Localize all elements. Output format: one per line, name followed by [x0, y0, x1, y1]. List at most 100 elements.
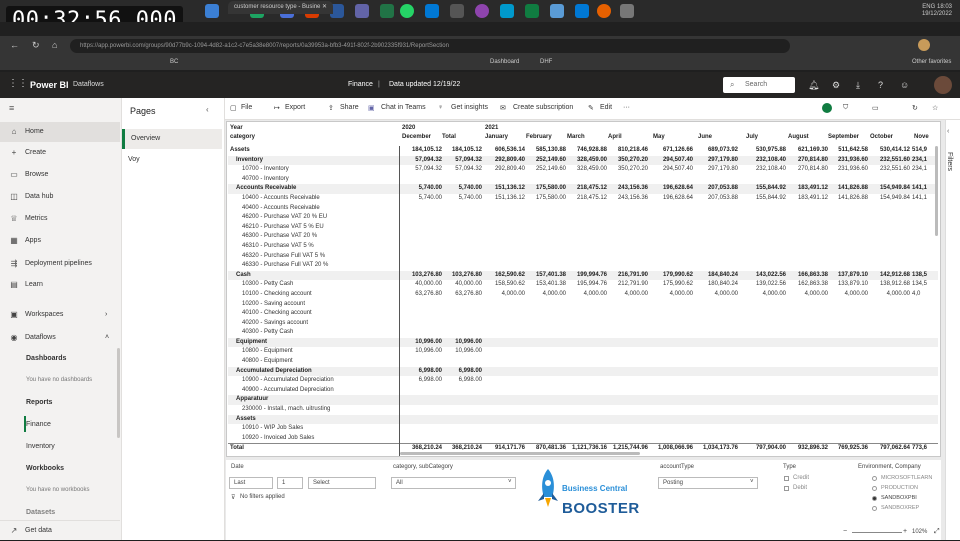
date-count-input[interactable]: 1	[277, 477, 303, 489]
table-row[interactable]: 46310 - Purchase VAT 5 %	[228, 242, 938, 252]
gear-icon[interactable]: ⚙	[832, 80, 840, 91]
env-option[interactable]: SANDBOXPBI	[881, 495, 917, 501]
export-menu[interactable]: Export	[285, 104, 305, 111]
table-row[interactable]: Apparatuur	[228, 395, 938, 406]
filters-pane[interactable]	[945, 120, 960, 540]
nav-item-metrics[interactable]: ♕ Metrics	[0, 209, 120, 229]
app-icon[interactable]	[205, 4, 219, 18]
app-icon[interactable]	[500, 4, 514, 18]
bell-icon[interactable]: 🔔︎	[808, 80, 819, 91]
table-row[interactable]: 46300 - Purchase VAT 20 %	[228, 232, 938, 242]
feedback-icon[interactable]: ☺	[900, 80, 909, 90]
chat-teams-button[interactable]: Chat in Teams	[381, 104, 426, 111]
bookmark[interactable]: BC	[170, 59, 178, 65]
app-icon[interactable]	[620, 4, 634, 18]
radio[interactable]	[872, 506, 877, 511]
table-row[interactable]: 40700 - Inventory	[228, 175, 938, 185]
nav-section-dashboards[interactable]: Dashboards	[26, 355, 66, 362]
bookmark-icon[interactable]: ⛉	[843, 104, 848, 112]
app-launcher-icon[interactable]: ⋮⋮	[8, 78, 28, 89]
table-row[interactable]: 40200 - Savings account	[228, 319, 938, 329]
date-unit-select[interactable]: Last	[229, 477, 273, 489]
zoom-in-icon[interactable]: +	[903, 528, 907, 535]
url-field[interactable]: https://app.powerbi.com/groups/90d77b9c-…	[70, 39, 790, 53]
bookmark[interactable]: DHF	[540, 59, 552, 65]
fit-page-icon[interactable]: ⤢	[934, 528, 940, 536]
table-row[interactable]: 10900 - Accumulated Depreciation 6,998.00…	[228, 376, 938, 386]
table-row[interactable]: 46210 - Purchase VAT 5 % EU	[228, 223, 938, 233]
table-row[interactable]: 10910 - WIP Job Sales	[228, 424, 938, 434]
radio[interactable]	[872, 486, 877, 491]
create-subscription-button[interactable]: Create subscription	[513, 104, 573, 111]
profile-avatar[interactable]	[918, 39, 930, 51]
app-icon[interactable]	[355, 4, 369, 18]
app-icon[interactable]	[425, 4, 439, 18]
refresh-icon[interactable]: ↻	[912, 104, 918, 112]
account-dropdown[interactable]: Posting	[658, 477, 758, 489]
column-month[interactable]: October	[870, 134, 893, 140]
file-menu[interactable]: File	[241, 104, 252, 111]
column-month[interactable]: Nove	[914, 134, 929, 140]
nav-section-reports[interactable]: Reports	[26, 399, 52, 406]
nav-section-workbooks[interactable]: Workbooks	[26, 465, 64, 472]
table-row[interactable]: 40900 - Accumulated Depreciation	[228, 386, 938, 396]
column-month[interactable]: January	[485, 134, 508, 140]
table-row[interactable]: 46320 - Purchase Full VAT 5 %	[228, 252, 938, 262]
nav-item-workspaces[interactable]: ▣ Workspaces ›	[0, 305, 120, 325]
nav-item-learn[interactable]: ▤ Learn	[0, 275, 120, 295]
table-row[interactable]: 10100 - Checking account 63,276.80 63,276.…	[228, 290, 938, 300]
category-dropdown[interactable]: All	[391, 477, 516, 489]
table-row[interactable]: 40400 - Accounts Receivable	[228, 204, 938, 214]
whatsapp-icon[interactable]	[400, 4, 414, 18]
hamburger-icon[interactable]: ≡	[9, 103, 14, 113]
favorite-icon[interactable]: ☆	[932, 104, 938, 112]
nav-item-deployment[interactable]: ⇶ Deployment pipelines	[0, 254, 120, 274]
app-title[interactable]: Power BI	[30, 80, 69, 90]
column-month[interactable]: August	[788, 134, 809, 140]
edit-button[interactable]: Edit	[600, 104, 612, 111]
app-icon[interactable]	[550, 4, 564, 18]
nav-item-create[interactable]: + Create	[0, 143, 120, 163]
table-row[interactable]: 40100 - Checking account	[228, 309, 938, 319]
nav-item-data-hub[interactable]: ◫ Data hub	[0, 187, 120, 207]
nav-report-finance[interactable]: Finance	[26, 421, 51, 428]
column-month[interactable]: June	[698, 134, 712, 140]
env-option[interactable]: PRODUCTION	[881, 485, 918, 491]
column-month[interactable]: September	[828, 134, 859, 140]
matrix-vscroll[interactable]	[935, 146, 938, 236]
column-month[interactable]: July	[746, 134, 758, 140]
table-row[interactable]: Assets	[228, 414, 938, 425]
bookmark[interactable]: Dashboard	[490, 59, 519, 65]
refresh-visual-icon[interactable]	[822, 103, 832, 113]
app-icon[interactable]	[450, 4, 464, 18]
help-icon[interactable]: ?	[878, 80, 883, 90]
table-row[interactable]: 10700 - Inventory 57,094.32 57,094.32 292,8…	[228, 165, 938, 175]
user-avatar[interactable]	[934, 76, 952, 94]
back-icon[interactable]: ←	[10, 40, 19, 50]
column-month[interactable]: February	[526, 134, 552, 140]
env-option[interactable]: SANDBOXREP	[881, 505, 919, 511]
download-icon[interactable]: ⤓	[856, 80, 860, 91]
radio[interactable]	[872, 476, 877, 481]
nav-item-home[interactable]: ⌂ Home	[0, 122, 120, 142]
type-option[interactable]: Credit	[793, 475, 809, 481]
column-month[interactable]: March	[567, 134, 585, 140]
checkbox[interactable]	[784, 486, 789, 491]
more-options[interactable]: ···	[623, 104, 630, 111]
app-icon[interactable]	[597, 4, 611, 18]
nav-item-apps[interactable]: ▦ Apps	[0, 231, 120, 251]
nav-report-inventory[interactable]: Inventory	[26, 443, 55, 450]
app-icon[interactable]	[575, 4, 589, 18]
date-period-select[interactable]: Select	[308, 477, 376, 489]
type-option[interactable]: Debit	[793, 485, 807, 491]
radio-selected[interactable]	[872, 496, 877, 501]
refresh-icon[interactable]: ↻	[32, 40, 40, 51]
table-row[interactable]: Assets 184,105.12 184,105.12 606,536.14 585,…	[228, 146, 938, 156]
nav-section-datasets[interactable]: Datasets	[26, 509, 55, 516]
matrix-hscroll[interactable]	[400, 452, 640, 455]
nav-item-get-data[interactable]: ↗ Get data	[0, 520, 120, 540]
browser-tab-active[interactable]: customer resource type - Busine ✕	[228, 1, 334, 14]
table-row[interactable]: Inventory 57,094.32 57,094.32 292,809.40 252…	[228, 155, 938, 166]
column-month[interactable]: Total	[442, 134, 456, 140]
share-button[interactable]: Share	[340, 104, 359, 111]
